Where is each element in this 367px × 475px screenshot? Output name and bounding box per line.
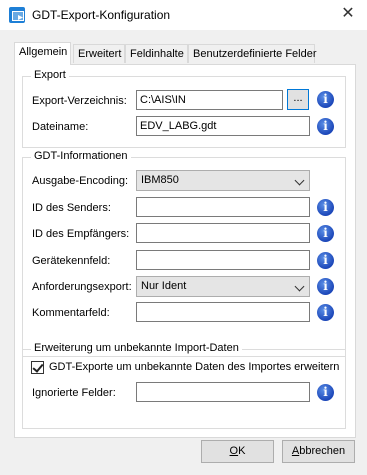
encoding-label: Ausgabe-Encoding:: [32, 175, 129, 187]
sender-label: ID des Senders:: [32, 202, 111, 214]
browse-button[interactable]: ...: [287, 89, 309, 110]
gdt-info-group-legend: GDT-Informationen: [31, 150, 131, 162]
export-dir-label: Export-Verzeichnis:: [32, 95, 127, 107]
info-icon-filename[interactable]: i: [317, 118, 334, 135]
info-icon-export-dir[interactable]: i: [317, 91, 334, 108]
ok-button-accel: O: [229, 445, 239, 457]
app-icon: [9, 7, 25, 23]
info-icon-request-export[interactable]: i: [317, 278, 334, 295]
filename-label: Dateiname:: [32, 121, 89, 133]
comment-input[interactable]: [136, 302, 310, 322]
chevron-down-icon: [294, 281, 305, 292]
receiver-input[interactable]: [136, 223, 310, 243]
receiver-label: ID des Empfängers:: [32, 228, 130, 240]
comment-label: Kommentarfeld:: [32, 307, 110, 319]
info-icon-sender[interactable]: i: [317, 199, 334, 216]
close-icon[interactable]: ✕: [338, 4, 358, 24]
extend-import-checkbox[interactable]: [31, 361, 44, 374]
encoding-select-value: IBM850: [141, 174, 179, 186]
ignored-fields-label: Ignorierte Felder:: [32, 387, 116, 399]
window-title: GDT-Export-Konfiguration: [32, 8, 171, 22]
tab-erweitert[interactable]: Erweitert: [73, 44, 125, 63]
cancel-button[interactable]: Abbrechen: [282, 440, 355, 463]
title-bar: GDT-Export-Konfiguration ✕: [0, 0, 367, 30]
request-export-select-value: Nur Ident: [141, 280, 187, 292]
export-dir-input[interactable]: C:\AIS\IN: [136, 90, 283, 110]
ok-button[interactable]: OK: [201, 440, 274, 463]
request-export-label: Anforderungsexport:: [32, 281, 132, 293]
ok-button-rest: K: [238, 445, 246, 457]
cancel-button-rest: bbrechen: [299, 445, 346, 457]
import-extension-group-legend: Erweiterung um unbekannte Import-Daten: [31, 342, 242, 354]
extend-import-checkbox-label[interactable]: GDT-Exporte um unbekannte Daten des Impo…: [49, 361, 339, 373]
export-group-legend: Export: [31, 69, 69, 81]
info-icon-comment[interactable]: i: [317, 304, 334, 321]
device-input[interactable]: [136, 250, 310, 270]
device-label: Gerätekennfeld:: [32, 255, 111, 267]
sender-input[interactable]: [136, 197, 310, 217]
tab-panel-allgemein: Export Export-Verzeichnis: C:\AIS\IN ...…: [14, 64, 356, 438]
info-icon-device[interactable]: i: [317, 252, 334, 269]
ignored-fields-input[interactable]: [136, 382, 310, 402]
info-icon-ignored-fields[interactable]: i: [317, 384, 334, 401]
request-export-select[interactable]: Nur Ident: [136, 276, 310, 297]
info-icon-receiver[interactable]: i: [317, 225, 334, 242]
dialog-client: Allgemein Erweitert Feldinhalte Benutzer…: [0, 30, 367, 475]
tab-allgemein[interactable]: Allgemein: [14, 42, 71, 65]
export-group: Export: [22, 69, 346, 148]
tab-feldinhalte[interactable]: Feldinhalte: [125, 44, 188, 63]
chevron-down-icon: [294, 175, 305, 186]
filename-input[interactable]: EDV_LABG.gdt: [136, 116, 310, 136]
tab-benutzerdefinierte-felder[interactable]: Benutzerdefinierte Felder: [188, 44, 317, 63]
encoding-select[interactable]: IBM850: [136, 170, 310, 191]
